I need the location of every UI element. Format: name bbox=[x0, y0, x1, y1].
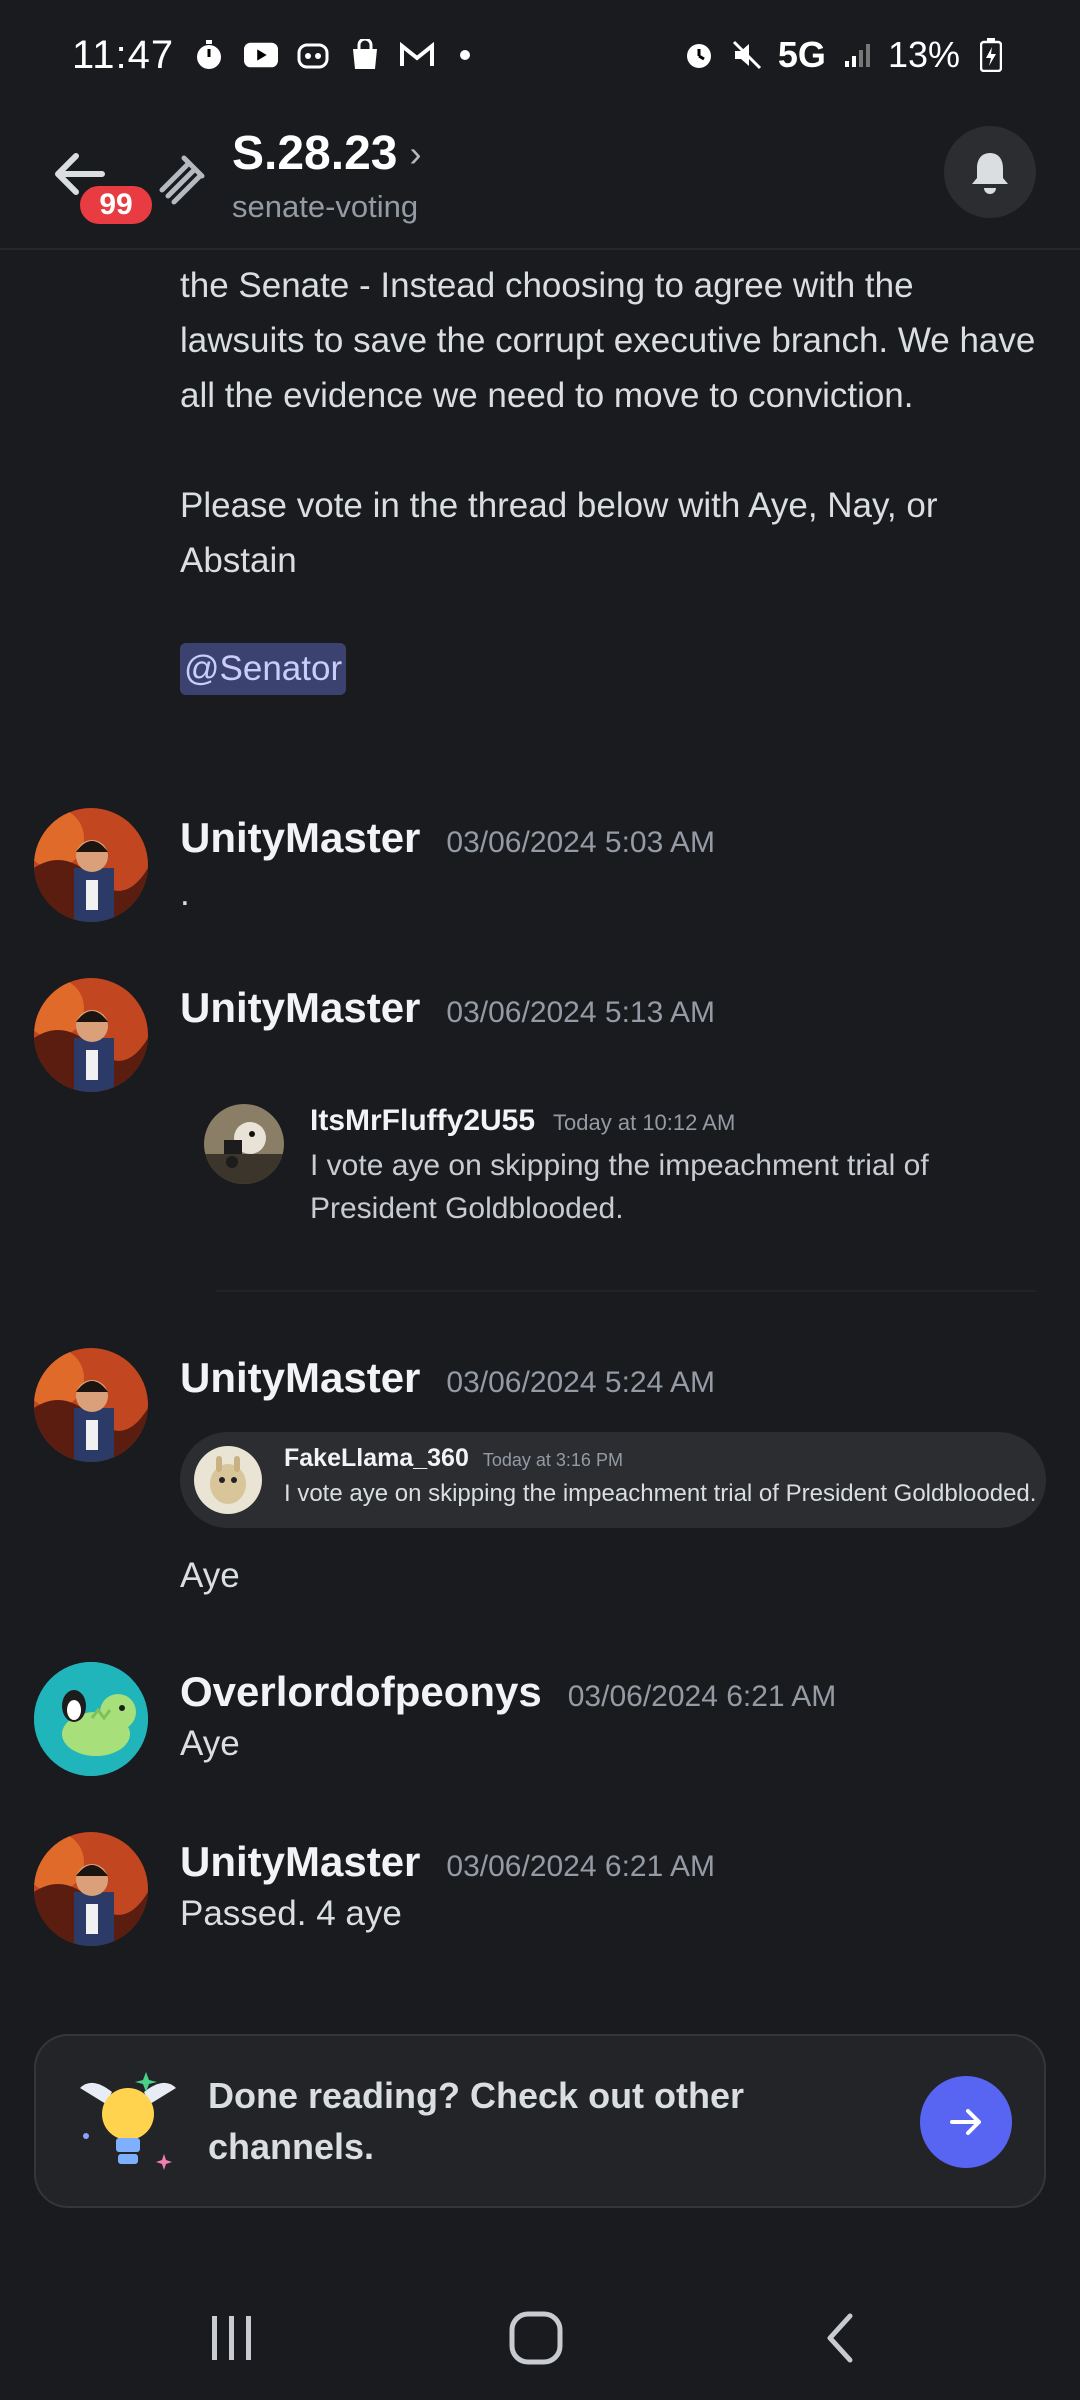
chevron-left-icon bbox=[827, 2313, 853, 2363]
lightbulb-icon bbox=[72, 2062, 184, 2180]
author-name[interactable]: UnityMaster bbox=[180, 814, 420, 862]
quoted-timestamp: Today at 10:12 AM bbox=[553, 1110, 736, 1135]
alarm-icon bbox=[682, 38, 716, 72]
status-left: 11:47 bbox=[72, 32, 471, 78]
recent-apps-icon bbox=[212, 2316, 251, 2360]
status-right: 5G 13% bbox=[682, 34, 1008, 76]
youtube-icon bbox=[244, 38, 279, 72]
message-paragraph: the Senate - Instead choosing to agree w… bbox=[180, 266, 1036, 415]
message-header: Overlordofpeonys 03/06/2024 6:21 AM bbox=[180, 1668, 836, 1716]
done-reading-card[interactable]: Done reading? Check out other channels. bbox=[34, 2034, 1046, 2208]
mute-icon bbox=[730, 38, 764, 72]
gmail-icon bbox=[400, 38, 435, 72]
avatar[interactable] bbox=[34, 978, 148, 1092]
author-name[interactable]: Overlordofpeonys bbox=[180, 1668, 542, 1716]
signal-icon bbox=[840, 38, 874, 72]
parent-channel-name: senate-voting bbox=[232, 189, 419, 224]
message-header: UnityMaster 03/06/2024 5:03 AM bbox=[180, 814, 715, 862]
message-timestamp: 03/06/2024 5:24 AM bbox=[446, 1366, 715, 1399]
quoted-timestamp: Today at 3:16 PM bbox=[482, 1450, 623, 1470]
quoted-header: ItsMrFluffy2U55 Today at 10:12 AM bbox=[310, 1104, 735, 1138]
quoted-author: ItsMrFluffy2U55 bbox=[310, 1104, 536, 1137]
quoted-text: I vote aye on skipping the impeachment t… bbox=[284, 1480, 1037, 1507]
shopping-bag-icon bbox=[348, 38, 382, 72]
status-bar: 11:47 5G 13% bbox=[0, 0, 1080, 110]
status-time: 11:47 bbox=[72, 32, 175, 77]
bell-icon bbox=[972, 153, 1008, 194]
quoted-message[interactable]: FakeLlama_360 Today at 3:16 PM I vote ay… bbox=[180, 1432, 1046, 1528]
author-name[interactable]: UnityMaster bbox=[180, 1354, 420, 1402]
author-name[interactable]: UnityMaster bbox=[180, 1838, 420, 1886]
message-text: Aye bbox=[180, 1724, 240, 1763]
channel-title-area[interactable]: S.28.23 › senate-voting bbox=[232, 126, 421, 225]
home-button[interactable] bbox=[496, 2298, 576, 2378]
notification-button[interactable] bbox=[944, 126, 1036, 218]
message-timestamp: 03/06/2024 5:13 AM bbox=[446, 996, 715, 1029]
system-nav-bar bbox=[0, 2270, 1080, 2400]
message-content-partial: the Senate - Instead choosing to agree w… bbox=[180, 258, 1040, 695]
discord-icon bbox=[296, 38, 330, 72]
quoted-author: FakeLlama_360 bbox=[284, 1444, 469, 1472]
author-name[interactable]: UnityMaster bbox=[180, 984, 420, 1032]
unread-badge: 99 bbox=[76, 182, 156, 228]
battery-charging-icon bbox=[974, 38, 1008, 72]
avatar bbox=[204, 1104, 284, 1184]
system-back-button[interactable] bbox=[800, 2298, 880, 2378]
recent-apps-button[interactable] bbox=[192, 2298, 272, 2378]
avatar[interactable] bbox=[34, 1348, 148, 1462]
thread-icon bbox=[154, 150, 210, 206]
message-paragraph: Please vote in the thread below with Aye… bbox=[180, 486, 938, 580]
role-mention[interactable]: @Senator bbox=[180, 643, 347, 695]
channel-header: 99 S.28.23 › senate-voting bbox=[0, 110, 1080, 250]
quoted-header: FakeLlama_360 Today at 3:16 PM bbox=[284, 1444, 623, 1473]
message-header: UnityMaster 03/06/2024 6:21 AM bbox=[180, 1838, 715, 1886]
channel-name: S.28.23 bbox=[232, 127, 398, 180]
channel-title: S.28.23 › bbox=[232, 126, 421, 181]
timer-icon bbox=[192, 38, 226, 72]
battery-label: 13% bbox=[887, 34, 960, 75]
chevron-right-icon: › bbox=[409, 132, 422, 174]
message-text: Passed. 4 aye bbox=[180, 1894, 402, 1933]
avatar[interactable] bbox=[34, 1662, 148, 1776]
dot-icon bbox=[460, 50, 471, 60]
message-timestamp: 03/06/2024 6:21 AM bbox=[446, 1850, 715, 1883]
avatar[interactable] bbox=[34, 1832, 148, 1946]
message-text: . bbox=[180, 874, 190, 913]
quoted-message[interactable]: ItsMrFluffy2U55 Today at 10:12 AM I vote… bbox=[204, 1104, 1024, 1234]
network-label: 5G bbox=[777, 34, 826, 75]
message-timestamp: 03/06/2024 5:03 AM bbox=[446, 826, 715, 859]
message-timestamp: 03/06/2024 6:21 AM bbox=[567, 1680, 837, 1713]
avatar bbox=[194, 1446, 262, 1514]
quoted-text: I vote aye on skipping the impeachment t… bbox=[310, 1149, 929, 1225]
message-text: Aye bbox=[180, 1556, 240, 1595]
message-header: UnityMaster 03/06/2024 5:24 AM bbox=[180, 1354, 715, 1402]
avatar[interactable] bbox=[34, 808, 148, 922]
done-reading-text: Done reading? Check out other channels. bbox=[208, 2075, 745, 2167]
go-to-channels-button[interactable] bbox=[920, 2076, 1012, 2168]
home-icon bbox=[509, 2311, 563, 2365]
arrow-right-icon bbox=[950, 2109, 981, 2135]
mention-row: @Senator bbox=[180, 643, 1040, 695]
message-header: UnityMaster 03/06/2024 5:13 AM bbox=[180, 984, 715, 1032]
divider bbox=[216, 1290, 1036, 1292]
